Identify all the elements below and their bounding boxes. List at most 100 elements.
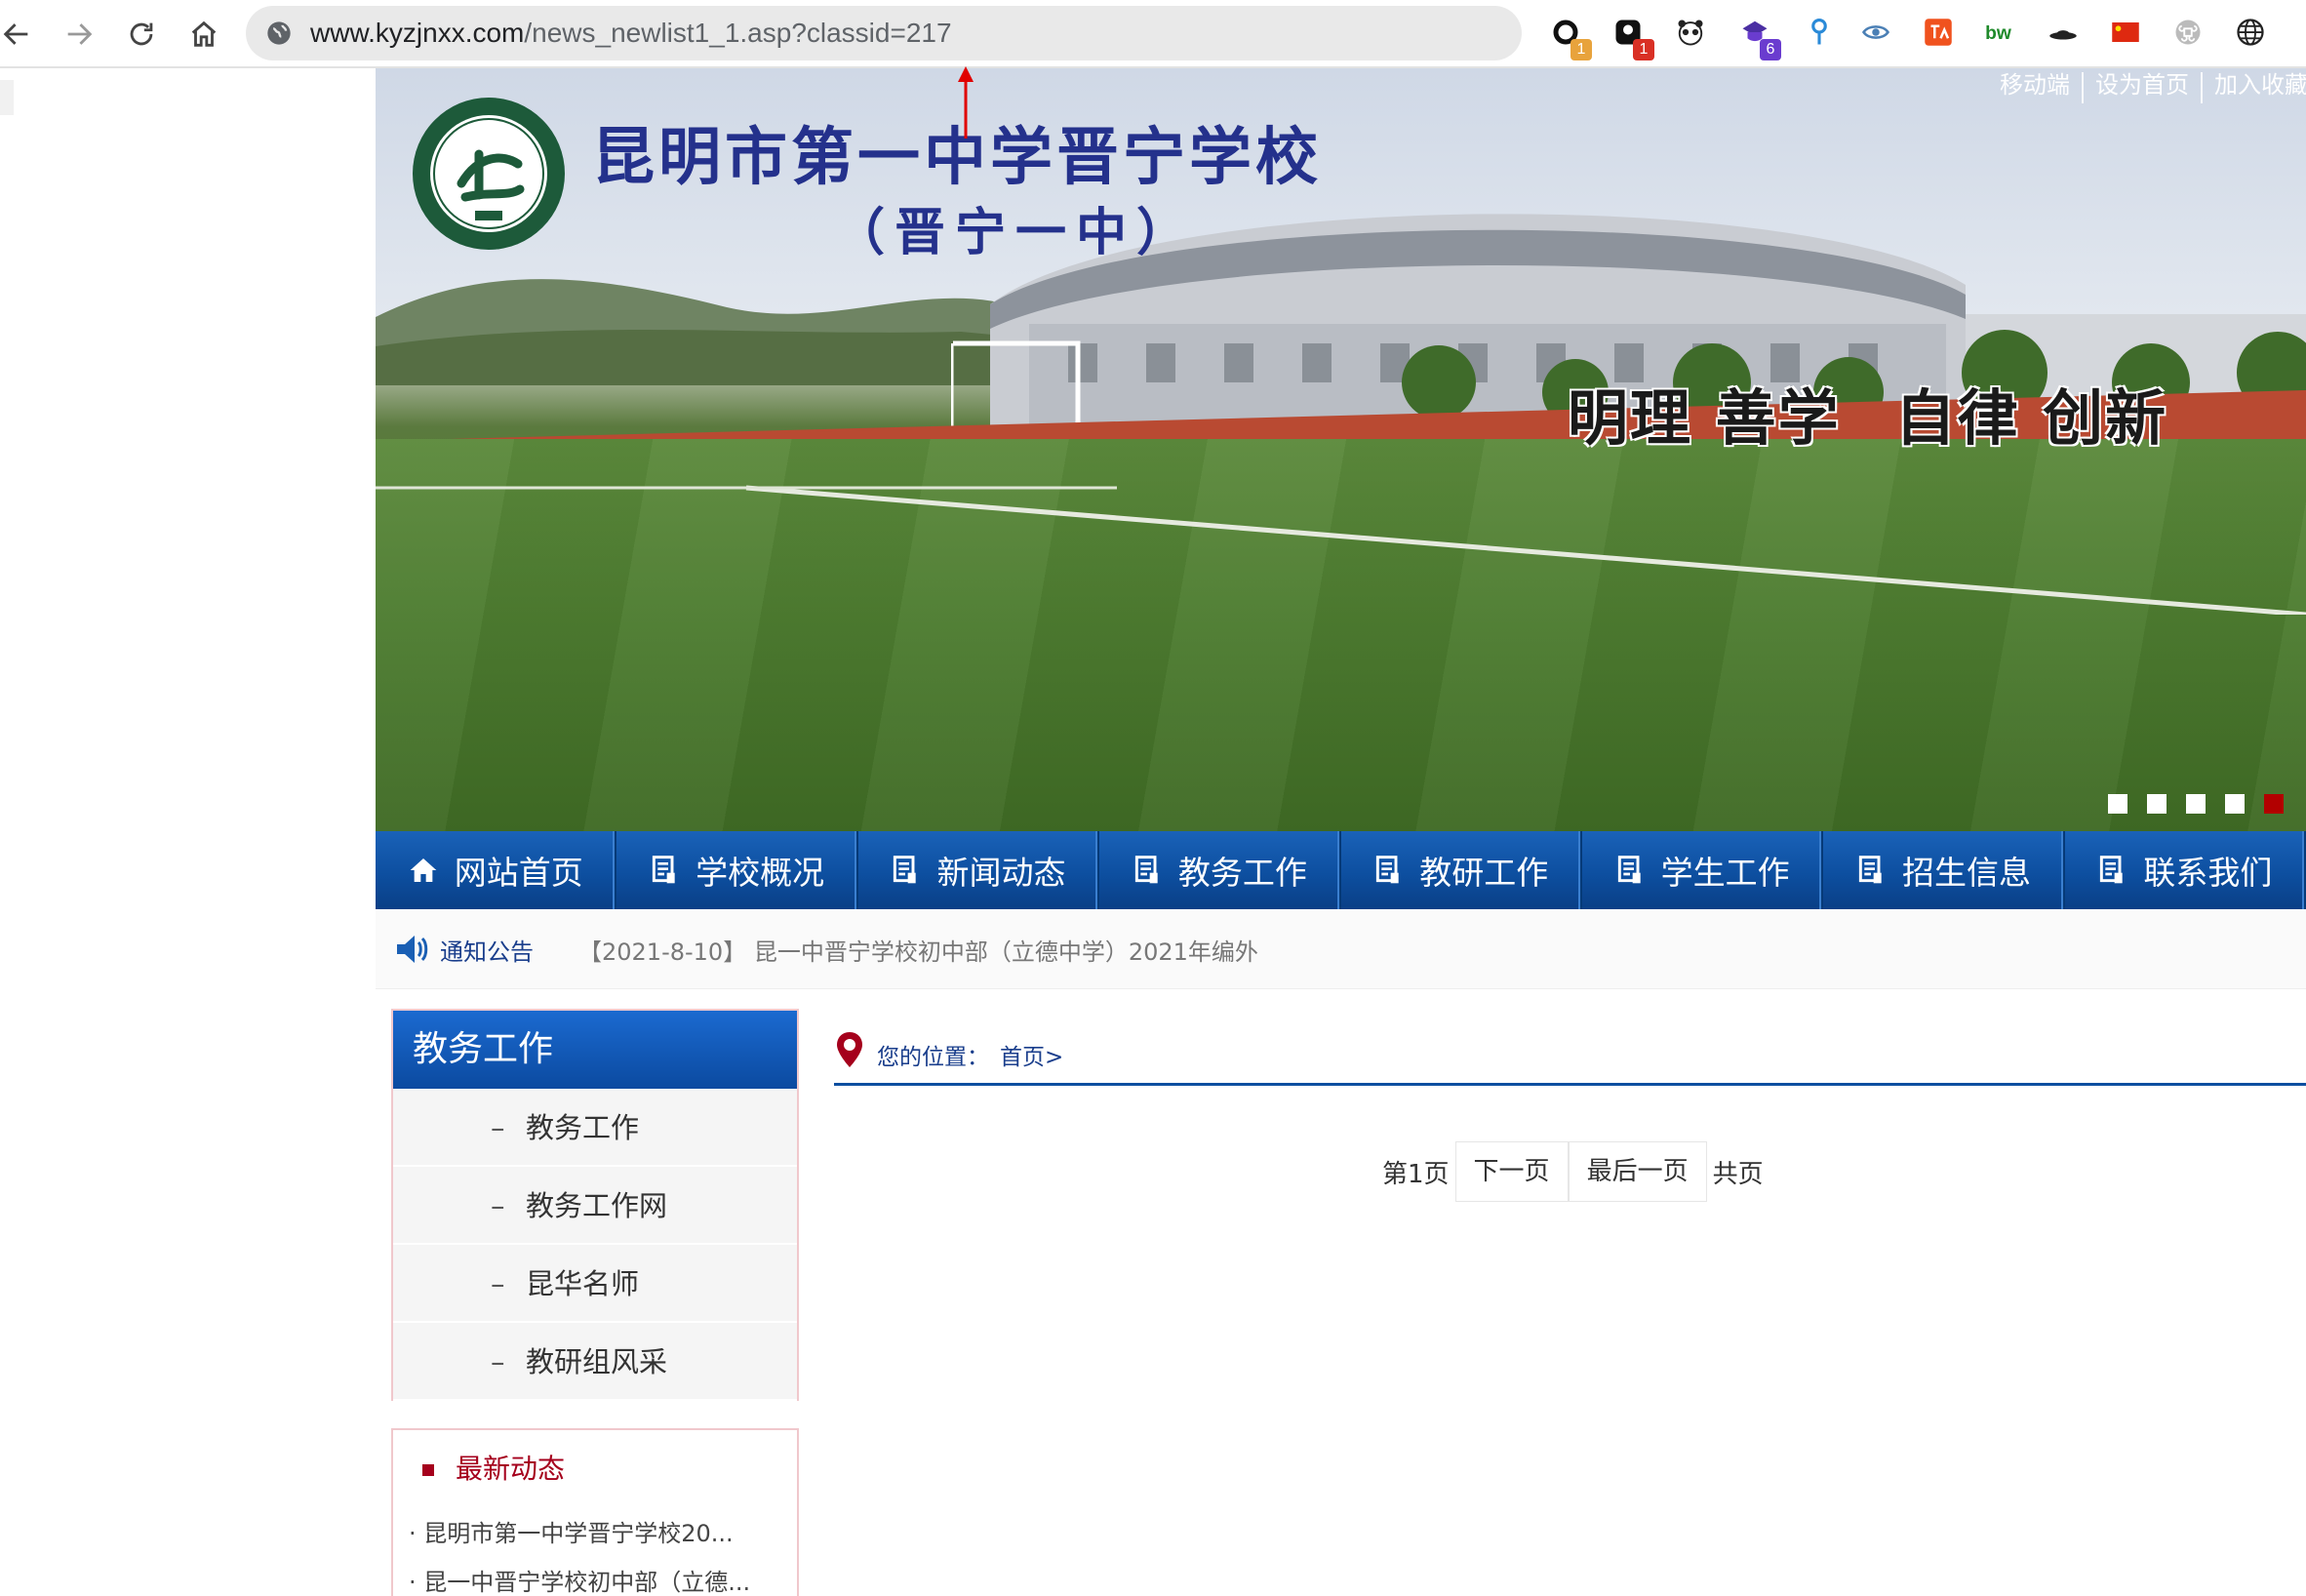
- slide-dot[interactable]: [2108, 794, 2127, 814]
- current-page: 第1页: [1382, 1159, 1450, 1189]
- doc-icon: [2096, 855, 2127, 886]
- header-banner: 昆明市第一中学晋宁学校 （晋宁一中） 明理 善学 自律 创新 移动端 设为首页 加…: [376, 68, 2306, 831]
- nav-item-6[interactable]: 招生信息: [1823, 831, 2065, 909]
- sidebar-item-label: 教研组风采: [526, 1345, 668, 1378]
- speaker-icon: [397, 936, 428, 963]
- svg-text:bw: bw: [1985, 23, 2012, 44]
- breadcrumb-label: 您的位置：: [877, 1045, 989, 1070]
- news-item[interactable]: · 昆明市第一中学晋宁学校20...: [409, 1514, 734, 1548]
- doc-icon: [1614, 855, 1646, 886]
- slide-dot[interactable]: [2186, 794, 2206, 814]
- nav-item-label: 教研工作: [1419, 854, 1549, 892]
- school-logo-icon: [413, 98, 565, 250]
- sidebar-menu: 教务工作 – 教务工作 – 教务工作网 – 昆华名师 – 教研组风采: [391, 1009, 799, 1401]
- slide-dot[interactable]: [2147, 794, 2167, 814]
- notice-message[interactable]: 【2021-8-10】 昆一中晋宁学校初中部（立德中学）2021年编外: [578, 933, 1258, 967]
- eye-icon[interactable]: [1857, 14, 1894, 51]
- url-host: www.kyzjnxx.com: [310, 18, 525, 48]
- home-icon[interactable]: [179, 10, 228, 59]
- hat-icon[interactable]: [2045, 14, 2082, 51]
- circle-ring-icon[interactable]: 1: [1547, 14, 1592, 60]
- main-navigation: 网站首页 学校概况 新闻动态 教务工作 教研工作 学生工作 招生信息 联系我们: [376, 831, 2306, 909]
- reload-icon[interactable]: [117, 10, 166, 59]
- sidebar-item-label: 教务工作网: [526, 1189, 668, 1222]
- doc-icon: [1372, 855, 1404, 886]
- nav-item-1[interactable]: 学校概况: [616, 831, 858, 909]
- nav-item-label: 教务工作: [1177, 854, 1307, 892]
- nav-item-5[interactable]: 学生工作: [1582, 831, 1824, 909]
- nav-item-7[interactable]: 联系我们: [2065, 831, 2306, 909]
- bullet-square-icon: [422, 1464, 434, 1476]
- nav-item-label: 招生信息: [1901, 854, 2031, 892]
- doc-icon: [1855, 855, 1887, 886]
- latest-news-title-text: 最新动态: [456, 1453, 566, 1485]
- sidebar-item-label: 昆华名师: [526, 1267, 640, 1300]
- sidebar-item-label: 教务工作: [526, 1111, 640, 1144]
- pagination: 第1页 下一页 最后一页 共页: [1376, 1141, 1769, 1202]
- nav-item-label: 新闻动态: [936, 854, 1066, 892]
- notice-label: 通知公告: [440, 938, 534, 966]
- next-page-button[interactable]: 下一页: [1454, 1141, 1569, 1202]
- pin-icon[interactable]: [1801, 14, 1838, 51]
- command-icon[interactable]: [2169, 14, 2207, 51]
- site-info-icon[interactable]: [265, 20, 293, 47]
- notice-bar: 通知公告 【2021-8-10】 昆一中晋宁学校初中部（立德中学）2021年编外: [376, 909, 2306, 989]
- extension-badge: 1: [1633, 39, 1654, 60]
- home-icon: [408, 855, 439, 886]
- total-pages: 共页: [1712, 1159, 1764, 1189]
- breadcrumb-home-link[interactable]: 首页>: [1000, 1038, 1063, 1071]
- breadcrumb-divider: [834, 1083, 2306, 1086]
- news-item[interactable]: · 昆一中晋宁学校初中部（立德...: [409, 1563, 750, 1596]
- nav-item-0[interactable]: 网站首页: [376, 831, 617, 909]
- red-arrow-annotation: [958, 66, 974, 139]
- last-page-button[interactable]: 最后一页: [1568, 1141, 1707, 1202]
- motto-part-b: 自律 创新: [1894, 382, 2168, 454]
- slide-dot-active[interactable]: [2264, 794, 2284, 814]
- add-favorite-link[interactable]: 加入收藏: [2203, 72, 2306, 103]
- doc-icon: [649, 855, 680, 886]
- graduation-cap-icon[interactable]: 6: [1736, 14, 1781, 60]
- forward-arrow-icon[interactable]: [55, 10, 103, 59]
- side-panel-handle[interactable]: [0, 80, 14, 115]
- nav-item-label: 学校概况: [696, 854, 825, 892]
- bw-icon[interactable]: bw: [1982, 14, 2019, 51]
- school-subtitle: （晋宁一中）: [834, 204, 1198, 262]
- sidebar-item-jiaowu[interactable]: – 教务工作: [393, 1089, 797, 1167]
- extension-badge: 6: [1760, 39, 1781, 60]
- doc-icon: [1132, 855, 1163, 886]
- nav-item-label: 网站首页: [454, 854, 583, 892]
- nav-item-3[interactable]: 教务工作: [1099, 831, 1341, 909]
- top-links: 移动端 设为首页 加入收藏: [2000, 72, 2306, 103]
- dark-square-icon[interactable]: 1: [1610, 14, 1654, 60]
- slide-dot[interactable]: [2225, 794, 2245, 814]
- slide-indicators: [2108, 794, 2284, 814]
- extension-badge: 1: [1570, 39, 1592, 60]
- browser-toolbar: www.kyzjnxx.com/news_newlist1_1.asp?clas…: [0, 0, 2306, 68]
- china-flag-icon[interactable]: [2107, 14, 2144, 51]
- back-arrow-icon[interactable]: [0, 10, 41, 59]
- location-pin-icon: [837, 1032, 862, 1067]
- latest-news-title: 最新动态: [422, 1448, 565, 1487]
- address-bar[interactable]: www.kyzjnxx.com/news_newlist1_1.asp?clas…: [246, 6, 1522, 60]
- motto-part-a: 明理 善学: [1568, 382, 1841, 454]
- sidebar-item-teachers[interactable]: – 昆华名师: [393, 1245, 797, 1323]
- nav-item-label: 学生工作: [1660, 854, 1790, 892]
- sidebar-item-jiaowu-web[interactable]: – 教务工作网: [393, 1167, 797, 1245]
- latest-news-panel: 最新动态 · 昆明市第一中学晋宁学校20... · 昆一中晋宁学校初中部（立德.…: [391, 1428, 799, 1596]
- nav-item-2[interactable]: 新闻动态: [858, 831, 1100, 909]
- globe-grid-icon[interactable]: [2232, 14, 2269, 51]
- breadcrumb: 您的位置： 首页>: [834, 1030, 2306, 1073]
- nav-item-4[interactable]: 教研工作: [1341, 831, 1582, 909]
- url-text: www.kyzjnxx.com/news_newlist1_1.asp?clas…: [310, 6, 952, 60]
- web-page: 昆明市第一中学晋宁学校 （晋宁一中） 明理 善学 自律 创新 移动端 设为首页 加…: [376, 68, 2306, 1596]
- url-path: /news_newlist1_1.asp?classid=217: [524, 18, 952, 48]
- translate-icon[interactable]: [1920, 14, 1957, 51]
- sidebar-item-groups[interactable]: – 教研组风采: [393, 1323, 797, 1401]
- sidebar-title: 教务工作: [393, 1011, 797, 1089]
- nav-item-label: 联系我们: [2143, 854, 2273, 892]
- set-homepage-link[interactable]: 设为首页: [2084, 72, 2203, 103]
- doc-icon: [890, 855, 921, 886]
- school-motto: 明理 善学 自律 创新: [1568, 369, 2167, 457]
- panda-icon[interactable]: [1672, 14, 1709, 51]
- mobile-link[interactable]: 移动端: [2000, 72, 2084, 103]
